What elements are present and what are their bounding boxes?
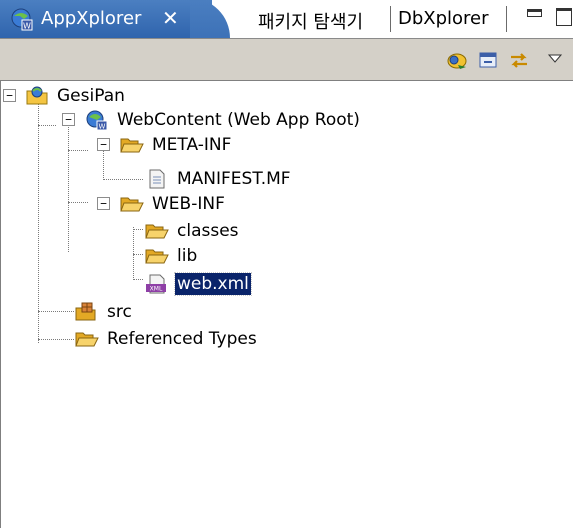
collapse-toggle[interactable]: − — [62, 113, 75, 126]
svg-text:W: W — [99, 123, 106, 131]
tree-item-web-xml[interactable]: XML web.xml — [145, 271, 252, 297]
collapse-toggle[interactable]: − — [3, 89, 16, 102]
tree-item-src[interactable]: src — [75, 299, 134, 325]
tree-item-classes[interactable]: classes — [145, 218, 241, 244]
tree-connector — [68, 202, 88, 203]
tree-item-label: GesiPan — [57, 86, 125, 106]
tree-connector — [133, 279, 143, 280]
tree-connector — [68, 150, 88, 151]
web-root-icon: W — [85, 109, 109, 131]
sync-icon[interactable] — [508, 49, 530, 71]
source-folder-icon — [75, 301, 99, 323]
tree-connector — [38, 339, 74, 340]
tree-item-web-inf[interactable]: WEB-INF — [120, 191, 227, 217]
tree-item-label: web.xml — [174, 272, 252, 296]
svg-text:XML: XML — [150, 286, 163, 293]
folder-icon — [145, 245, 169, 267]
minimize-icon[interactable] — [527, 9, 542, 17]
tree-connector — [38, 100, 39, 343]
tree-item-label: WEB-INF — [152, 194, 225, 214]
appxplorer-icon: W — [11, 8, 33, 31]
tree-item-referenced-types[interactable]: Referenced Types — [75, 326, 259, 352]
close-icon[interactable]: ✕ — [162, 6, 179, 30]
folder-icon — [145, 220, 169, 242]
tree-item-label: Referenced Types — [107, 329, 257, 349]
project-tree: − GesiPan − W WebContent (Web App Root) … — [0, 81, 573, 528]
tab-dbxplorer[interactable]: DbXplorer — [398, 8, 489, 29]
tree-connector — [103, 179, 143, 180]
link-editor-icon[interactable] — [446, 49, 468, 71]
tree-item-webcontent[interactable]: W WebContent (Web App Root) — [85, 107, 362, 133]
collapse-toggle[interactable]: − — [97, 197, 110, 210]
tree-item-label: classes — [177, 221, 239, 241]
view-toolbar — [0, 39, 573, 81]
tab-separator — [506, 6, 507, 32]
tab-package-explorer[interactable]: 패키지 탐색기 — [258, 8, 363, 34]
tree-item-gesipan[interactable]: GesiPan — [25, 83, 127, 109]
folder-icon — [75, 328, 99, 350]
view-menu-icon[interactable] — [546, 49, 564, 71]
tree-connector — [133, 254, 143, 255]
collapse-toggle[interactable]: − — [97, 138, 110, 151]
view-tab-strip: W AppXplorer ✕ 패키지 탐색기 DbXplorer — [0, 0, 573, 39]
xml-file-icon: XML — [145, 273, 169, 295]
svg-text:W: W — [23, 22, 31, 31]
tree-connector — [68, 125, 69, 252]
tree-connector — [38, 125, 56, 126]
folder-icon — [120, 134, 144, 156]
tree-item-label: lib — [177, 246, 198, 266]
tree-item-manifest[interactable]: MANIFEST.MF — [145, 166, 293, 192]
maximize-icon[interactable] — [556, 8, 572, 26]
tree-item-lib[interactable]: lib — [145, 243, 199, 269]
tree-connector — [38, 311, 74, 312]
tab-appxplorer-edge — [190, 0, 250, 38]
tree-item-label: MANIFEST.MF — [177, 169, 291, 189]
tree-item-label: src — [107, 302, 132, 322]
tree-item-meta-inf[interactable]: META-INF — [120, 132, 233, 158]
tree-item-label: META-INF — [152, 135, 232, 155]
file-icon — [145, 168, 169, 190]
tree-item-label: WebContent (Web App Root) — [117, 110, 360, 130]
folder-icon — [120, 193, 144, 215]
tab-appxplorer-label[interactable]: AppXplorer — [41, 8, 141, 29]
tree-connector — [103, 150, 104, 180]
project-icon — [25, 85, 49, 107]
tab-separator — [390, 6, 391, 32]
collapse-all-icon[interactable] — [477, 49, 499, 71]
tree-connector — [133, 229, 143, 230]
